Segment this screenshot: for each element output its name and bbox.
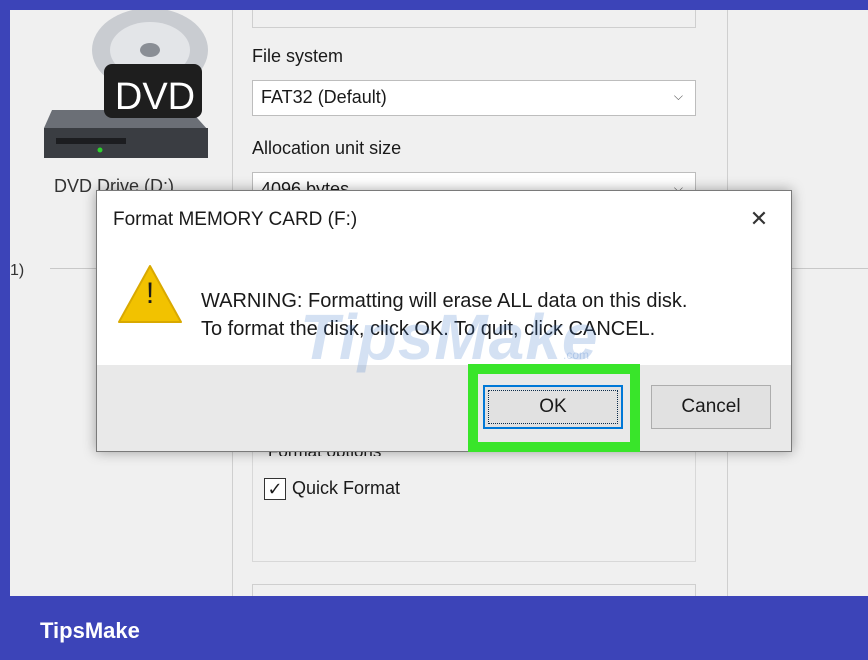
format-options-group: [252, 450, 696, 562]
watermark-suffix: .com: [563, 348, 590, 362]
watermark: TipsMake: [300, 301, 599, 373]
cancel-button-label: Cancel: [681, 396, 741, 417]
dialog-title: Format MEMORY CARD (F:): [113, 209, 358, 230]
bottom-field: [252, 584, 696, 596]
file-system-select[interactable]: FAT32 (Default) ⌵: [252, 80, 696, 116]
alloc-size-label: Allocation unit size: [252, 138, 402, 158]
partial-label: 1): [10, 262, 25, 279]
ok-highlight-box: [468, 364, 640, 452]
quick-format-checkbox[interactable]: ✓: [264, 478, 286, 500]
file-system-value: FAT32 (Default): [261, 87, 387, 107]
top-field: [252, 10, 696, 28]
checkbox-check-icon: ✓: [267, 479, 283, 499]
warning-glyph: !: [145, 277, 155, 310]
close-icon[interactable]: ✕: [739, 201, 779, 237]
cancel-button[interactable]: Cancel: [651, 385, 771, 429]
file-system-label: File system: [252, 46, 344, 66]
quick-format-label[interactable]: Quick Format: [292, 478, 400, 499]
brand-name: TipsMake: [40, 618, 140, 643]
chevron-down-icon: ⌵: [673, 89, 683, 103]
dvd-badge: DVD: [114, 76, 196, 118]
